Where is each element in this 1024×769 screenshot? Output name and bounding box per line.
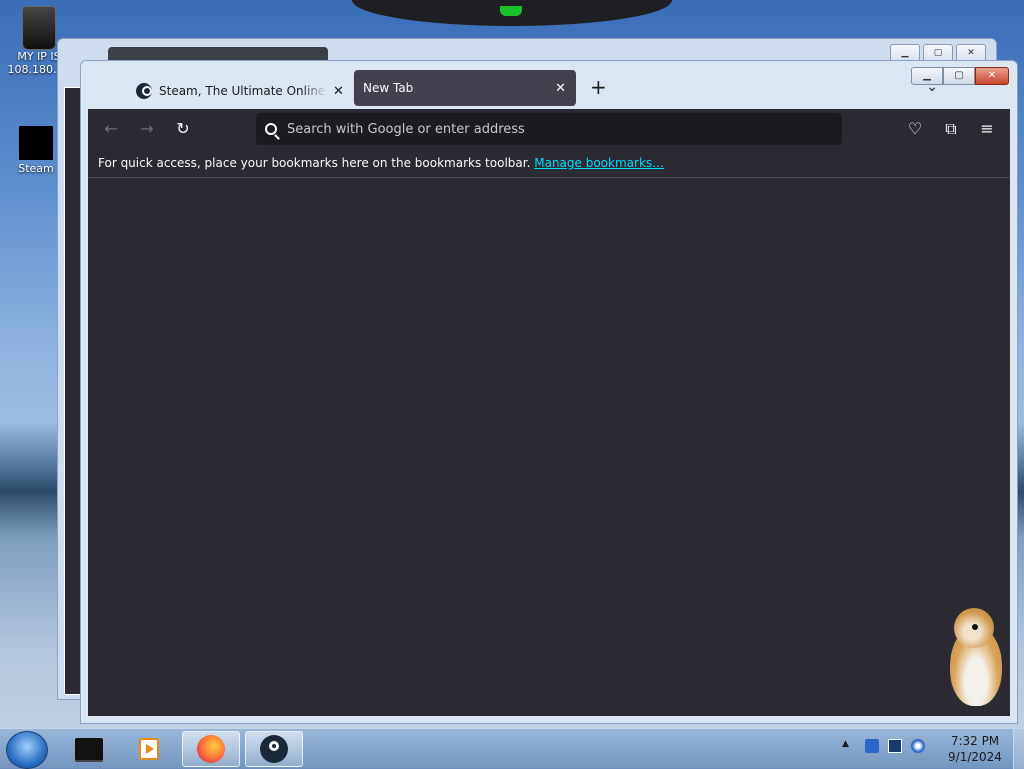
system-tray: ▲ — [842, 739, 925, 753]
network-tray-icon[interactable] — [865, 739, 879, 753]
tab-new-tab[interactable]: New Tab ✕ — [354, 70, 576, 106]
tab-label: Steam, The Ultimate Online Game Platform — [159, 84, 327, 98]
bookmarks-toolbar: For quick access, place your bookmarks h… — [88, 149, 1010, 178]
clock-time: 7:32 PM — [950, 734, 1000, 748]
tab-steam[interactable]: Steam, The Ultimate Online Game Platform… — [136, 79, 354, 103]
close-tab-icon[interactable]: ✕ — [333, 84, 344, 99]
overlay-indicator — [500, 6, 522, 16]
steam-desktop-icon — [19, 126, 53, 160]
steam-icon — [260, 735, 288, 763]
back-arrow-icon[interactable]: ← — [100, 118, 122, 140]
tab-bar: Steam, The Ultimate Online Game Platform… — [88, 69, 1010, 109]
tray-expand-icon[interactable]: ▲ — [842, 739, 856, 753]
page-content-area[interactable] — [88, 178, 1010, 716]
navigation-toolbar: ← → ↻ ♡ ⧉ ≡ — [88, 109, 1010, 149]
console-icon — [75, 738, 103, 760]
firefox-window: ▁ ▢ ✕ Steam, The Ultimate Online Game Pl… — [80, 60, 1018, 724]
show-desktop-button[interactable] — [1013, 729, 1024, 769]
clock-date: 9/1/2024 — [948, 750, 1002, 764]
taskbar-console-button[interactable] — [60, 731, 118, 767]
display-tray-icon[interactable] — [888, 739, 902, 753]
bookmarks-message: For quick access, place your bookmarks h… — [98, 156, 531, 170]
taskbar-clock[interactable]: 7:32 PM 9/1/2024 — [944, 733, 1006, 765]
taskbar: ▲ 7:32 PM 9/1/2024 — [0, 728, 1024, 769]
firefox-icon — [197, 735, 225, 763]
menu-hamburger-icon[interactable]: ≡ — [976, 118, 998, 140]
pocket-icon[interactable]: ♡ — [904, 118, 926, 140]
new-tab-button[interactable]: + — [590, 75, 607, 99]
address-bar[interactable] — [256, 113, 842, 145]
hamster-overlay-image — [946, 608, 1006, 708]
taskbar-steam-button[interactable] — [245, 731, 303, 767]
media-player-icon — [139, 738, 159, 760]
volume-tray-icon[interactable] — [911, 739, 925, 753]
forward-arrow-icon[interactable]: → — [136, 118, 158, 140]
reload-icon[interactable]: ↻ — [172, 118, 194, 140]
start-orb-icon[interactable] — [6, 731, 48, 769]
list-all-tabs-button[interactable]: ⌄ — [926, 79, 938, 95]
top-overlay-bar — [352, 0, 672, 26]
extensions-icon[interactable]: ⧉ — [940, 118, 962, 140]
url-input[interactable] — [285, 120, 809, 138]
tab-label: New Tab — [363, 81, 414, 95]
search-icon — [265, 123, 277, 135]
manage-bookmarks-link[interactable]: Manage bookmarks… — [534, 156, 664, 170]
close-tab-icon[interactable]: ✕ — [555, 81, 566, 96]
taskbar-firefox-button[interactable] — [182, 731, 240, 767]
steam-favicon-icon — [136, 83, 152, 99]
recycle-bin-icon — [22, 6, 56, 50]
taskbar-media-player-button[interactable] — [120, 731, 178, 767]
